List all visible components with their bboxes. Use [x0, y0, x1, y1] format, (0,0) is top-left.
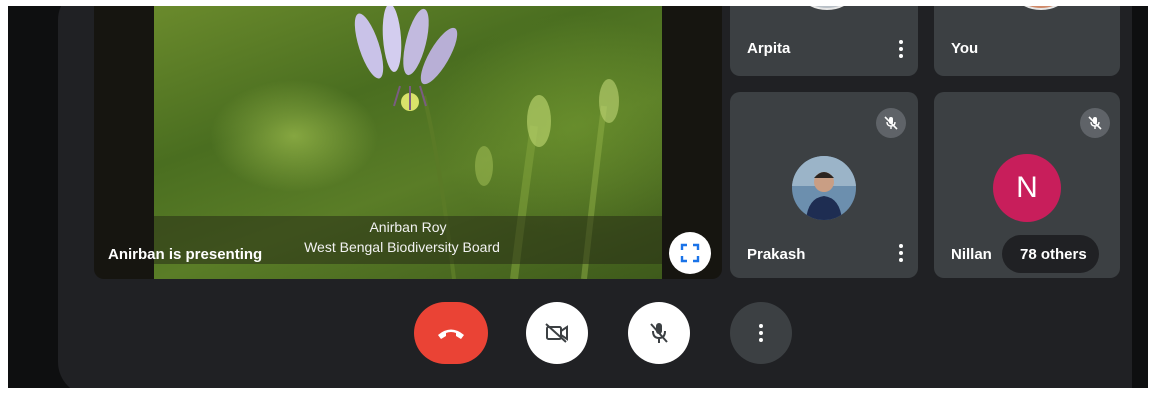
participant-name: Nillan	[951, 246, 992, 263]
participant-menu-button[interactable]	[898, 40, 904, 58]
camera-toggle-button[interactable]	[526, 302, 588, 364]
avatar: N	[993, 154, 1061, 222]
muted-badge	[876, 108, 906, 138]
window-edge	[1132, 6, 1148, 388]
more-vertical-icon	[758, 324, 764, 342]
mic-off-icon	[884, 116, 898, 130]
avatar	[1004, 6, 1078, 10]
mic-toggle-button[interactable]	[628, 302, 690, 364]
participant-tile-arpita[interactable]: Arpita	[730, 6, 918, 76]
participant-tile-prakash[interactable]: Prakash	[730, 92, 918, 278]
participant-name: Arpita	[747, 40, 791, 57]
more-options-button[interactable]	[730, 302, 792, 364]
mic-off-icon	[650, 323, 668, 343]
participant-menu-button[interactable]	[898, 244, 904, 262]
presenter-label: Anirban is presenting	[108, 246, 263, 263]
presentation-tile[interactable]: Anirban Roy West Bengal Biodiversity Boa…	[94, 6, 722, 279]
meeting-stage: Anirban Roy West Bengal Biodiversity Boa…	[8, 6, 1148, 388]
muted-badge	[1080, 108, 1110, 138]
avatar	[790, 6, 864, 10]
phone-hangup-icon	[438, 329, 464, 339]
slide-title-name: Anirban Roy	[369, 219, 447, 235]
avatar	[792, 156, 856, 220]
participant-name: You	[951, 40, 979, 57]
fullscreen-icon	[680, 243, 700, 263]
camera-off-icon	[545, 323, 568, 343]
participant-name: Prakash	[747, 246, 806, 263]
fullscreen-button[interactable]	[669, 232, 711, 274]
leave-call-button[interactable]	[414, 302, 488, 364]
participant-tile-you[interactable]: You	[934, 6, 1120, 76]
mic-off-icon	[1088, 116, 1102, 130]
others-count-button[interactable]: 78 others	[1002, 235, 1099, 273]
